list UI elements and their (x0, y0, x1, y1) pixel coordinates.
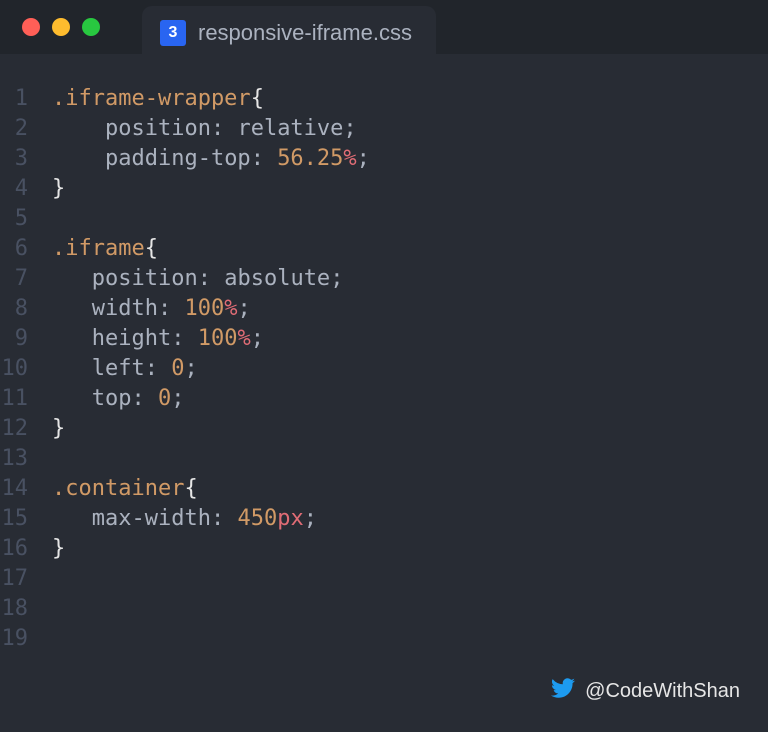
line-number: 3 (0, 144, 52, 174)
code-content: position: absolute; (52, 264, 343, 294)
code-line[interactable]: 10 left: 0; (0, 354, 768, 384)
code-line[interactable]: 4} (0, 174, 768, 204)
code-content: .iframe{ (52, 234, 158, 264)
close-icon[interactable] (22, 18, 40, 36)
line-number: 13 (0, 444, 52, 474)
attribution-handle: @CodeWithShan (585, 680, 740, 703)
code-editor[interactable]: 1.iframe-wrapper{2 position: relative;3 … (0, 54, 768, 654)
code-line[interactable]: 17 (0, 564, 768, 594)
code-content: top: 0; (52, 384, 185, 414)
code-line[interactable]: 19 (0, 624, 768, 654)
line-number: 11 (0, 384, 52, 414)
code-line[interactable]: 13 (0, 444, 768, 474)
line-number: 19 (0, 624, 52, 654)
code-line[interactable]: 2 position: relative; (0, 114, 768, 144)
code-line[interactable]: 14.container{ (0, 474, 768, 504)
code-line[interactable]: 5 (0, 204, 768, 234)
traffic-lights (22, 18, 100, 36)
line-number: 5 (0, 204, 52, 234)
line-number: 8 (0, 294, 52, 324)
line-number: 4 (0, 174, 52, 204)
attribution: @CodeWithShan (551, 676, 740, 706)
code-line[interactable]: 7 position: absolute; (0, 264, 768, 294)
code-line[interactable]: 16} (0, 534, 768, 564)
line-number: 12 (0, 414, 52, 444)
code-content: } (52, 534, 65, 564)
code-content: } (52, 414, 65, 444)
css-icon-label: 3 (169, 24, 178, 42)
code-content: .iframe-wrapper{ (52, 84, 264, 114)
code-content: position: relative; (52, 114, 357, 144)
line-number: 17 (0, 564, 52, 594)
line-number: 15 (0, 504, 52, 534)
code-content: .container{ (52, 474, 198, 504)
code-line[interactable]: 8 width: 100%; (0, 294, 768, 324)
line-number: 6 (0, 234, 52, 264)
twitter-icon (551, 676, 575, 706)
code-content: } (52, 174, 65, 204)
code-line[interactable]: 1.iframe-wrapper{ (0, 84, 768, 114)
code-line[interactable]: 18 (0, 594, 768, 624)
tab-filename: responsive-iframe.css (198, 20, 412, 46)
code-content: padding-top: 56.25%; (52, 144, 370, 174)
line-number: 14 (0, 474, 52, 504)
window-title-bar: 3 responsive-iframe.css (0, 0, 768, 54)
maximize-icon[interactable] (82, 18, 100, 36)
code-line[interactable]: 3 padding-top: 56.25%; (0, 144, 768, 174)
line-number: 18 (0, 594, 52, 624)
line-number: 1 (0, 84, 52, 114)
code-content: width: 100%; (52, 294, 251, 324)
code-content: left: 0; (52, 354, 198, 384)
line-number: 16 (0, 534, 52, 564)
line-number: 2 (0, 114, 52, 144)
line-number: 7 (0, 264, 52, 294)
code-line[interactable]: 12} (0, 414, 768, 444)
code-line[interactable]: 11 top: 0; (0, 384, 768, 414)
minimize-icon[interactable] (52, 18, 70, 36)
code-line[interactable]: 6.iframe{ (0, 234, 768, 264)
css-file-icon: 3 (160, 20, 186, 46)
code-line[interactable]: 9 height: 100%; (0, 324, 768, 354)
code-content: height: 100%; (52, 324, 264, 354)
code-content: max-width: 450px; (52, 504, 317, 534)
code-line[interactable]: 15 max-width: 450px; (0, 504, 768, 534)
line-number: 9 (0, 324, 52, 354)
file-tab[interactable]: 3 responsive-iframe.css (142, 6, 436, 60)
line-number: 10 (0, 354, 52, 384)
